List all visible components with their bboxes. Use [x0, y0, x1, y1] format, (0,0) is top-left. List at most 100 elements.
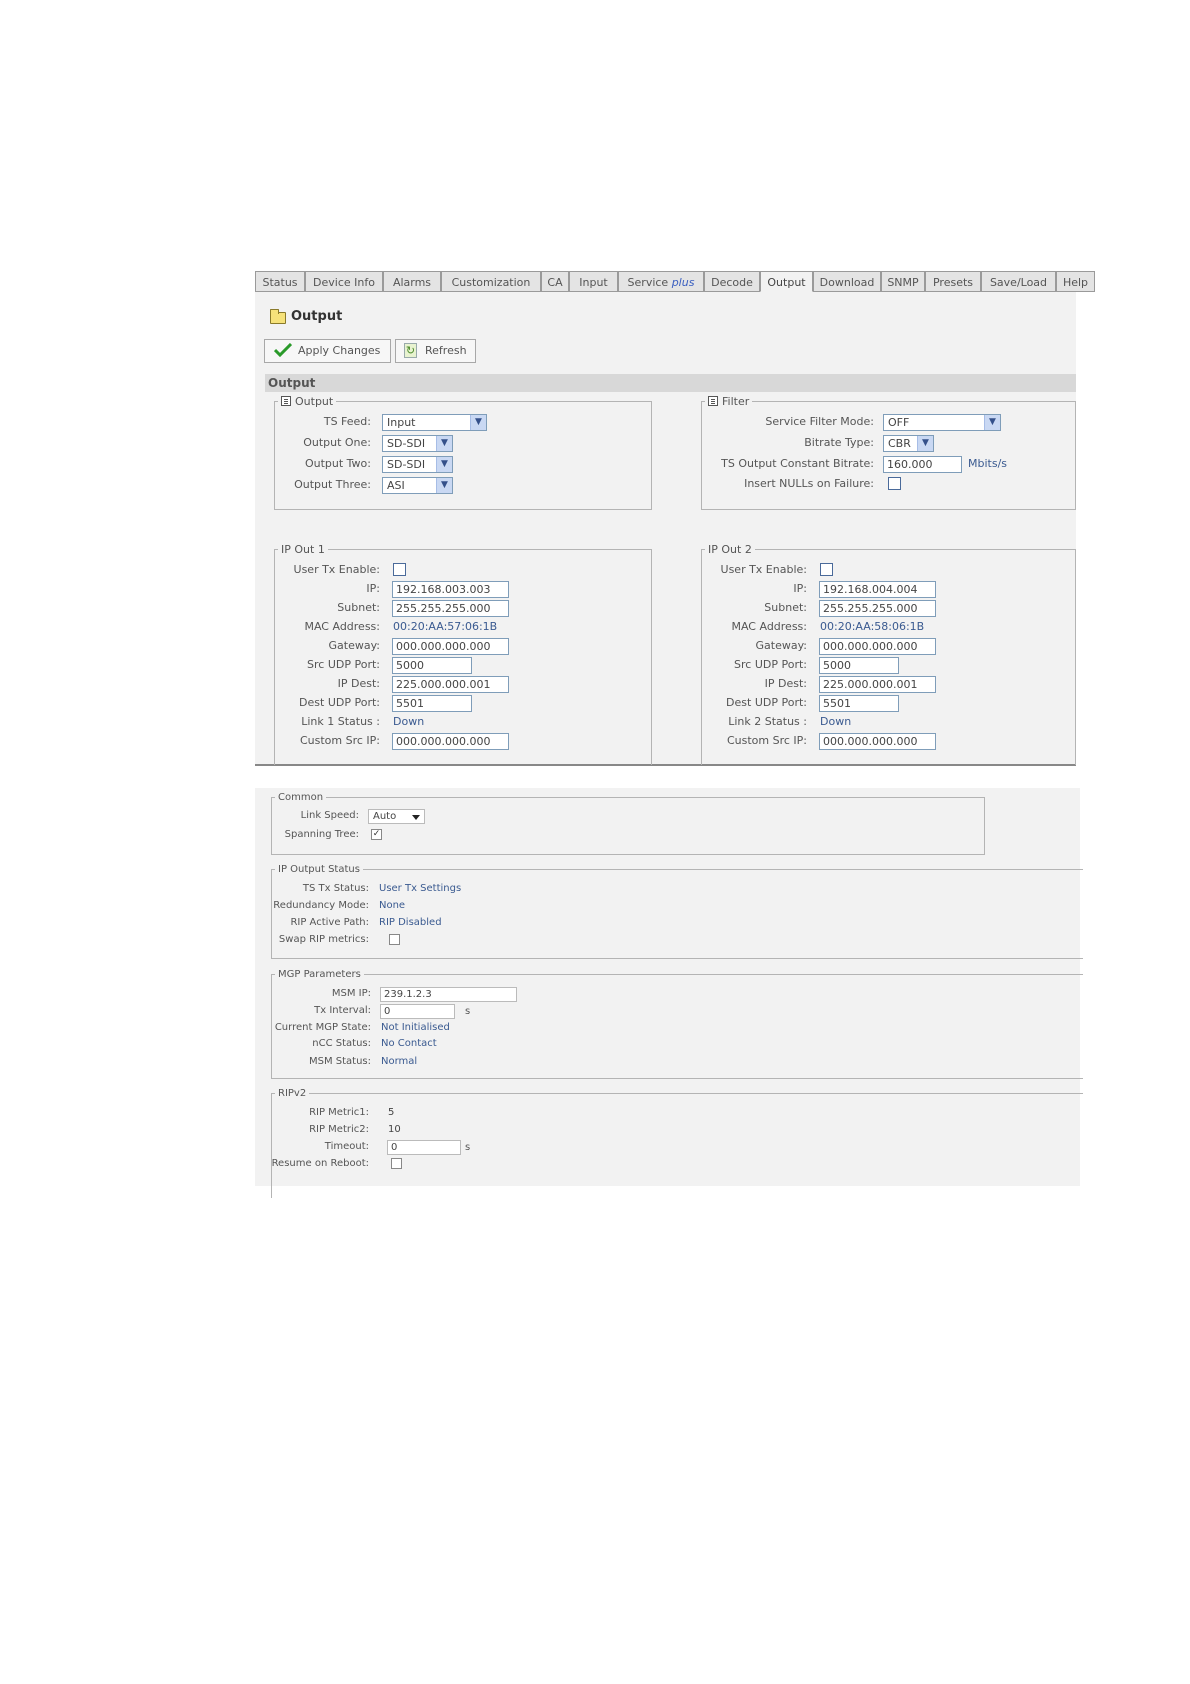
ts-output-bitrate-input[interactable]: 160.000: [883, 456, 962, 473]
tab-service-label: Service: [627, 276, 669, 289]
tab-service-suffix: plus: [671, 276, 695, 289]
ts-feed-label: TS Feed:: [323, 415, 371, 428]
service-filter-mode-label: Service Filter Mode:: [765, 415, 874, 428]
rip-metric2-label: RIP Metric2:: [309, 1124, 369, 1135]
ip2-ip-input[interactable]: 192.168.004.004: [819, 581, 936, 598]
ip2-gateway-input[interactable]: 000.000.000.000: [819, 638, 936, 655]
ip2-mac-value: 00:20:AA:58:06:1B: [820, 620, 925, 633]
ip2-custom-src-ip-input[interactable]: 000.000.000.000: [819, 733, 936, 750]
ip1-ip-dest-input[interactable]: 225.000.000.001: [392, 676, 509, 693]
filter-legend: Filter: [705, 395, 752, 408]
swap-rip-metrics-label: Swap RIP metrics:: [278, 934, 369, 945]
ip1-user-tx-enable-checkbox[interactable]: [393, 563, 406, 576]
tab-service-plus[interactable]: Service plus: [618, 271, 704, 292]
ip1-dest-udp-input[interactable]: 5501: [392, 695, 472, 712]
tab-save-load[interactable]: Save/Load: [981, 271, 1056, 292]
ip-output-status-legend: IP Output Status: [278, 864, 360, 875]
output-two-label: Output Two:: [304, 457, 371, 470]
ip2-dest-udp-input[interactable]: 5501: [819, 695, 899, 712]
output-legend: Output: [278, 395, 336, 408]
tab-decode[interactable]: Decode: [704, 271, 760, 292]
resume-on-reboot-checkbox[interactable]: [391, 1158, 402, 1169]
link-speed-label: Link Speed:: [300, 810, 359, 821]
tx-interval-input[interactable]: 0: [380, 1004, 455, 1019]
ip1-custom-src-ip-input[interactable]: 000.000.000.000: [392, 733, 509, 750]
ip2-user-tx-enable-checkbox[interactable]: [820, 563, 833, 576]
rip-active-path-value: RIP Disabled: [379, 917, 442, 928]
insert-nulls-label: Insert NULLs on Failure:: [744, 477, 874, 490]
ip-settings-panel: Common Link Speed: Auto Spanning Tree: ✓…: [255, 788, 1083, 1198]
spanning-tree-label: Spanning Tree:: [284, 829, 359, 840]
tab-alarms[interactable]: Alarms: [383, 271, 441, 292]
ip1-mac-value: 00:20:AA:57:06:1B: [393, 620, 498, 633]
ip1-ip-dest-label: IP Dest:: [337, 677, 380, 690]
tab-status[interactable]: Status: [255, 271, 305, 292]
redundancy-mode-label: Redundancy Mode:: [273, 900, 369, 911]
ip1-ip-input[interactable]: 192.168.003.003: [392, 581, 509, 598]
tab-presets[interactable]: Presets: [925, 271, 981, 292]
mgp-parameters-legend: MGP Parameters: [278, 969, 361, 980]
ip2-subnet-input[interactable]: 255.255.255.000: [819, 600, 936, 617]
tab-help[interactable]: Help: [1056, 271, 1095, 292]
insert-nulls-checkbox[interactable]: [888, 477, 901, 490]
ip2-user-tx-enable-label: User Tx Enable:: [720, 563, 807, 576]
page-title: Output: [291, 309, 343, 324]
ip1-src-udp-label: Src UDP Port:: [307, 658, 380, 671]
tab-device-info[interactable]: Device Info: [305, 271, 383, 292]
ip2-dest-udp-label: Dest UDP Port:: [726, 696, 807, 709]
ip2-subnet-label: Subnet:: [764, 601, 807, 614]
ip1-src-udp-input[interactable]: 5000: [392, 657, 472, 674]
bitrate-type-label: Bitrate Type:: [804, 436, 874, 449]
ip1-gateway-label: Gateway:: [328, 639, 381, 652]
filter-legend-text: Filter: [722, 395, 750, 408]
bitrate-type-select[interactable]: CBR ▼: [883, 435, 934, 452]
tab-input[interactable]: Input: [569, 271, 618, 292]
chevron-down-icon: ▼: [917, 436, 933, 451]
output-two-select[interactable]: SD-SDI ▼: [382, 456, 453, 473]
timeout-label: Timeout:: [324, 1141, 369, 1152]
ip2-ip-dest-input[interactable]: 225.000.000.001: [819, 676, 936, 693]
ip-out-2-legend: IP Out 2: [708, 543, 752, 556]
link-speed-select[interactable]: Auto: [368, 809, 425, 824]
apply-changes-button[interactable]: Apply Changes: [264, 339, 391, 363]
bitrate-type-value: CBR: [888, 437, 911, 450]
checkmark-icon: [274, 343, 292, 357]
tx-interval-label: Tx Interval:: [314, 1005, 371, 1016]
ip1-link-status-label: Link 1 Status :: [301, 715, 380, 728]
service-filter-mode-select[interactable]: OFF ▼: [883, 414, 1001, 431]
ts-tx-status-value: User Tx Settings: [379, 883, 462, 894]
msm-ip-input[interactable]: 239.1.2.3: [380, 987, 517, 1002]
refresh-icon: ↻: [404, 343, 417, 358]
ip1-subnet-input[interactable]: 255.255.255.000: [392, 600, 509, 617]
output-one-value: SD-SDI: [387, 437, 426, 450]
caret-down-icon: [412, 815, 420, 820]
timeout-input[interactable]: 0: [387, 1140, 461, 1155]
tab-ca[interactable]: CA: [541, 271, 569, 292]
resume-on-reboot-label: Resume on Reboot:: [271, 1158, 369, 1169]
swap-rip-metrics-checkbox[interactable]: [389, 934, 400, 945]
ip2-src-udp-label: Src UDP Port:: [734, 658, 807, 671]
ip1-ip-label: IP:: [366, 582, 380, 595]
rip-metric1-value: 5: [388, 1107, 395, 1118]
list-icon: [281, 396, 291, 406]
tx-interval-unit: s: [465, 1006, 471, 1017]
tab-customization[interactable]: Customization: [441, 271, 541, 292]
output-three-label: Output Three:: [294, 478, 371, 491]
ts-feed-select[interactable]: Input ▼: [382, 414, 487, 431]
output-one-select[interactable]: SD-SDI ▼: [382, 435, 453, 452]
ip1-gateway-input[interactable]: 000.000.000.000: [392, 638, 509, 655]
ts-tx-status-label: TS Tx Status:: [302, 883, 369, 894]
tab-download[interactable]: Download: [813, 271, 881, 292]
chevron-down-icon: ▼: [984, 415, 1000, 430]
output-three-select[interactable]: ASI ▼: [382, 477, 453, 494]
ripv2-legend: RIPv2: [278, 1088, 307, 1099]
refresh-label: Refresh: [425, 344, 467, 357]
refresh-button[interactable]: ↻ Refresh: [395, 339, 476, 363]
tab-output[interactable]: Output: [760, 271, 813, 292]
ts-feed-value: Input: [387, 416, 416, 429]
spanning-tree-checkbox[interactable]: ✓: [371, 829, 382, 840]
rip-metric2-value: 10: [388, 1124, 401, 1135]
ip2-link-status-label: Link 2 Status :: [728, 715, 807, 728]
tab-snmp[interactable]: SNMP: [881, 271, 925, 292]
ip2-src-udp-input[interactable]: 5000: [819, 657, 899, 674]
